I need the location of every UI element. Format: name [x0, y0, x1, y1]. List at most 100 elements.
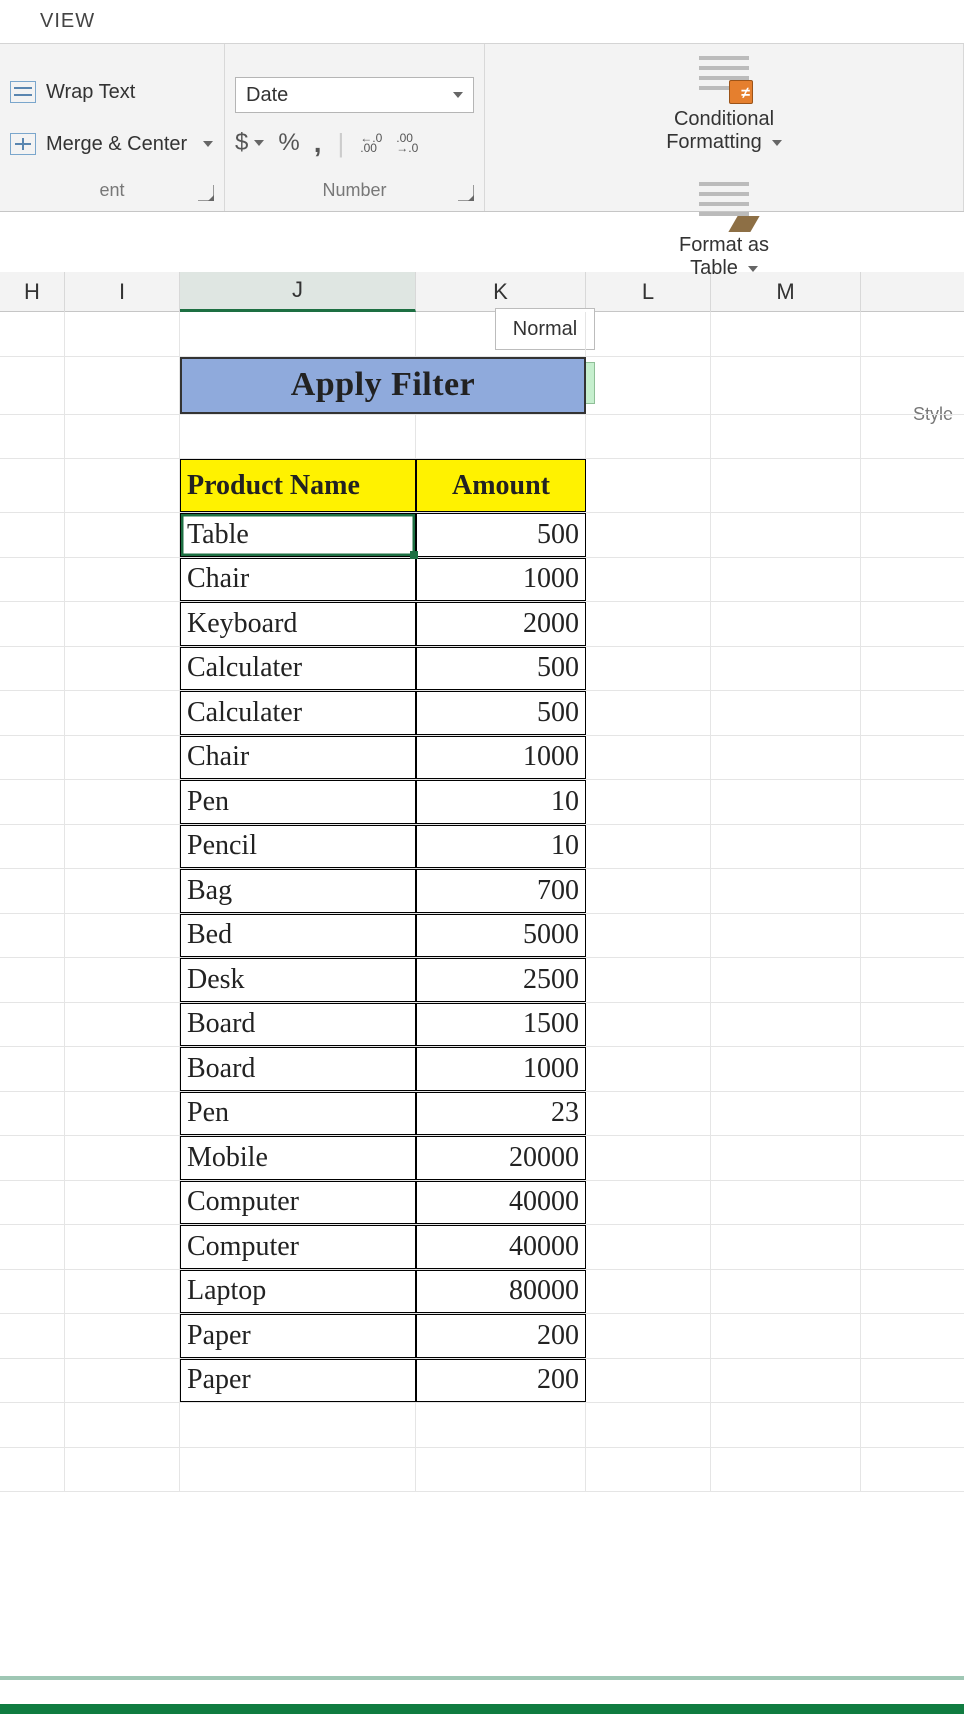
cell[interactable] [586, 415, 711, 459]
table-row[interactable]: Keyboard2000 [0, 602, 964, 647]
dialog-launcher-icon[interactable] [198, 185, 214, 201]
table-row[interactable]: Calculater500 [0, 647, 964, 692]
cell[interactable] [711, 312, 861, 356]
cell[interactable] [65, 1047, 180, 1091]
cell[interactable] [65, 1092, 180, 1136]
amount-cell[interactable]: 20000 [416, 1136, 586, 1180]
spreadsheet-grid[interactable]: Apply FilterProduct NameAmountTable500Ch… [0, 312, 964, 1492]
cell[interactable] [65, 602, 180, 646]
table-row[interactable]: Paper200 [0, 1314, 964, 1359]
cell[interactable] [711, 736, 861, 780]
cell[interactable] [0, 825, 65, 869]
cell[interactable] [65, 958, 180, 1002]
product-cell[interactable]: Calculater [180, 647, 416, 691]
cell[interactable] [586, 1181, 711, 1225]
cell[interactable] [0, 558, 65, 602]
cell[interactable] [711, 914, 861, 958]
cell[interactable] [0, 459, 65, 512]
cell[interactable] [0, 1448, 65, 1492]
cell[interactable] [711, 459, 861, 512]
decrease-decimal-button[interactable]: .00→.0 [396, 133, 418, 153]
cell[interactable] [65, 1448, 180, 1492]
product-cell[interactable]: Laptop [180, 1270, 416, 1314]
header-product[interactable]: Product Name [180, 459, 416, 512]
table-row[interactable]: Laptop80000 [0, 1270, 964, 1315]
cell[interactable] [416, 1448, 586, 1492]
cell[interactable] [586, 357, 711, 414]
table-row[interactable]: Pen10 [0, 780, 964, 825]
cell[interactable] [711, 691, 861, 735]
cell[interactable] [711, 647, 861, 691]
cell[interactable] [711, 513, 861, 557]
cell[interactable] [586, 825, 711, 869]
cell[interactable] [586, 1136, 711, 1180]
cell[interactable] [65, 1181, 180, 1225]
cell[interactable] [0, 357, 65, 414]
currency-button[interactable]: $ [235, 129, 264, 157]
cell[interactable] [711, 869, 861, 913]
cell[interactable] [0, 1270, 65, 1314]
cell[interactable] [0, 780, 65, 824]
cell[interactable] [0, 1225, 65, 1269]
table-row[interactable]: Pen23 [0, 1092, 964, 1137]
cell[interactable] [586, 869, 711, 913]
cell[interactable] [65, 459, 180, 512]
cell[interactable] [586, 1314, 711, 1358]
cell[interactable] [711, 1270, 861, 1314]
cell[interactable] [586, 780, 711, 824]
amount-cell[interactable]: 1000 [416, 558, 586, 602]
grid-row[interactable]: Apply Filter [0, 357, 964, 415]
cell[interactable] [711, 1314, 861, 1358]
header-amount[interactable]: Amount [416, 459, 586, 512]
grid-row[interactable] [0, 415, 964, 460]
cell[interactable] [0, 869, 65, 913]
cell[interactable] [0, 1181, 65, 1225]
amount-cell[interactable]: 200 [416, 1359, 586, 1403]
product-cell[interactable]: Pen [180, 1092, 416, 1136]
amount-cell[interactable]: 2500 [416, 958, 586, 1002]
merge-center-button[interactable]: Merge & Center [10, 118, 214, 170]
cell[interactable] [0, 1092, 65, 1136]
amount-cell[interactable]: 80000 [416, 1270, 586, 1314]
table-row[interactable]: Chair1000 [0, 736, 964, 781]
amount-cell[interactable]: 5000 [416, 914, 586, 958]
cell[interactable] [711, 1359, 861, 1403]
cell[interactable] [180, 312, 416, 356]
cell[interactable] [416, 1403, 586, 1447]
cell[interactable] [65, 312, 180, 356]
product-cell[interactable]: Calculater [180, 691, 416, 735]
cell[interactable] [711, 1003, 861, 1047]
product-cell[interactable]: Chair [180, 558, 416, 602]
amount-cell[interactable]: 1000 [416, 736, 586, 780]
cell[interactable] [65, 914, 180, 958]
cell[interactable] [586, 1270, 711, 1314]
cell[interactable] [0, 1359, 65, 1403]
cell[interactable] [711, 357, 861, 414]
cell[interactable] [711, 780, 861, 824]
cell[interactable] [586, 736, 711, 780]
cell[interactable] [65, 1403, 180, 1447]
col-header-I[interactable]: I [65, 272, 180, 312]
product-cell[interactable]: Computer [180, 1181, 416, 1225]
cell[interactable] [586, 958, 711, 1002]
amount-cell[interactable]: 1000 [416, 1047, 586, 1091]
col-header-J[interactable]: J [180, 272, 416, 312]
table-row[interactable]: Board1500 [0, 1003, 964, 1048]
product-cell[interactable]: Paper [180, 1314, 416, 1358]
cell[interactable] [180, 1403, 416, 1447]
dialog-launcher-icon[interactable] [458, 185, 474, 201]
grid-row[interactable] [0, 312, 964, 357]
amount-cell[interactable]: 200 [416, 1314, 586, 1358]
amount-cell[interactable]: 1500 [416, 1003, 586, 1047]
cell[interactable] [0, 1047, 65, 1091]
cell[interactable] [0, 736, 65, 780]
table-row[interactable]: Calculater500 [0, 691, 964, 736]
product-cell[interactable]: Paper [180, 1359, 416, 1403]
col-header-H[interactable]: H [0, 272, 65, 312]
amount-cell[interactable]: 40000 [416, 1181, 586, 1225]
product-cell[interactable]: Computer [180, 1225, 416, 1269]
cell[interactable] [0, 312, 65, 356]
cell[interactable] [180, 415, 416, 459]
cell[interactable] [586, 1403, 711, 1447]
cell[interactable] [0, 958, 65, 1002]
